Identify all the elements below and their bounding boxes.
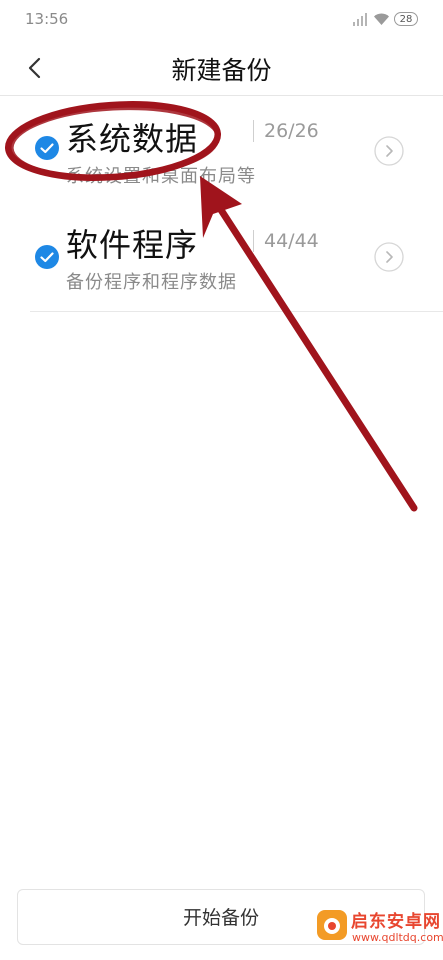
item-title: 软件程序: [66, 226, 199, 264]
chevron-right-circle-icon[interactable]: [374, 136, 404, 166]
battery-indicator: 28: [394, 12, 418, 26]
count-separator: [253, 120, 254, 142]
count-separator: [253, 230, 254, 252]
item-count: 26/26: [264, 120, 319, 142]
item-subtitle: 备份程序和程序数据: [66, 272, 237, 293]
page-title: 新建备份: [171, 56, 272, 85]
watermark: 启东安卓网 www.qdltdq.com: [316, 903, 443, 955]
watermark-logo-icon: [317, 910, 347, 940]
item-title: 系统数据: [66, 120, 199, 158]
check-circle-icon[interactable]: [35, 136, 59, 160]
item-subtitle: 系统设置和桌面布局等: [66, 166, 256, 187]
header: 新建备份: [0, 40, 443, 96]
list-divider: [30, 311, 443, 312]
watermark-url: www.qdltdq.com: [352, 931, 443, 944]
phone-screen: 13:56 28 新建备份 系统数据 系统设置和桌面布局等 26/26 软件程序…: [0, 0, 443, 960]
check-circle-icon[interactable]: [35, 245, 59, 269]
status-time: 13:56: [25, 10, 69, 28]
wifi-icon: [374, 13, 389, 25]
signal-bars-icon: [353, 13, 367, 26]
item-count: 44/44: [264, 230, 319, 252]
watermark-title: 启东安卓网: [351, 912, 441, 932]
list-item-system-data[interactable]: 系统数据 系统设置和桌面布局等 26/26: [0, 100, 443, 205]
header-divider: [0, 95, 443, 96]
chevron-right-circle-icon[interactable]: [374, 242, 404, 272]
list-item-software[interactable]: 软件程序 备份程序和程序数据 44/44: [0, 206, 443, 311]
status-bar: 13:56 28: [0, 0, 443, 40]
